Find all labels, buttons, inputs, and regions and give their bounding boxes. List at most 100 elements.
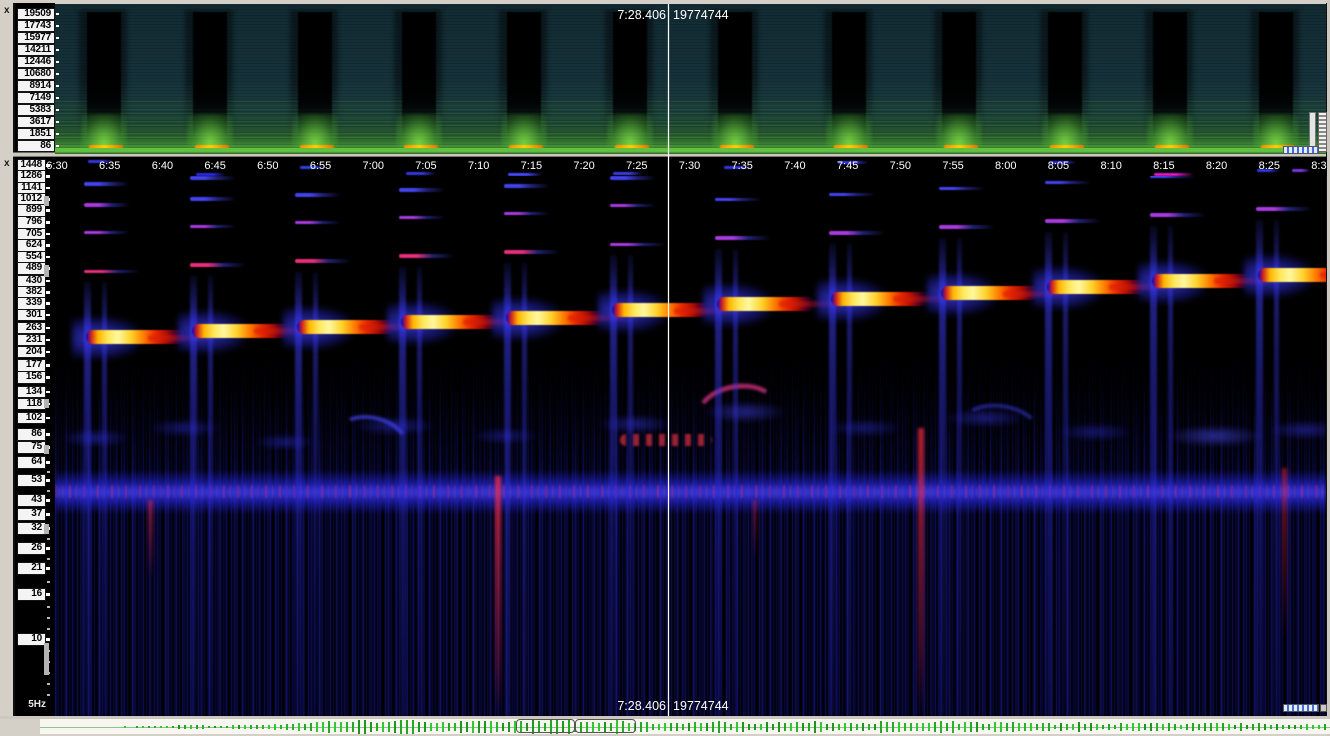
- waveform-spike: [478, 721, 480, 733]
- h-scroll-indicator-main[interactable]: [1283, 704, 1319, 712]
- waveform-spike: [724, 722, 726, 732]
- waveform-spike: [808, 723, 810, 731]
- freq-tick-mark: [46, 547, 50, 550]
- call-foot-glow: [81, 114, 127, 148]
- waveform-spike: [1114, 725, 1116, 730]
- freq-tick-mark: [46, 233, 50, 236]
- waveform-spike: [850, 723, 852, 731]
- waveform-spike: [1174, 724, 1176, 729]
- waveform-spike: [1234, 725, 1236, 730]
- call-harmonic-dash: [1150, 176, 1196, 178]
- selection-region-right[interactable]: [575, 719, 636, 733]
- waveform-spike: [226, 726, 228, 729]
- cursor-time-readout: 7:28.406: [540, 699, 666, 713]
- freq-tick-label: 8914: [17, 80, 55, 93]
- waveform-spike: [334, 722, 336, 732]
- close-icon[interactable]: x: [4, 159, 14, 169]
- freq-minor-tick: [47, 581, 50, 583]
- spectral-dash: [1154, 173, 1194, 176]
- waveform-overview[interactable]: [40, 719, 1330, 734]
- freq-tick-mark: [46, 433, 50, 436]
- call-harmonic-dash: [399, 254, 455, 258]
- waveform-spike: [148, 726, 150, 728]
- waveform-spike: [346, 722, 348, 732]
- close-icon[interactable]: x: [4, 6, 14, 16]
- waveform-spike: [466, 722, 468, 731]
- call-harmonic-dash: [610, 243, 666, 247]
- freq-minor-tick: [47, 490, 50, 492]
- waveform-spike: [820, 722, 822, 733]
- freq-tick-mark: [46, 567, 50, 570]
- freq-tick-mark: [46, 638, 50, 641]
- waveform-spike: [652, 724, 654, 731]
- h-scroll-indicator-top[interactable]: [1283, 146, 1319, 154]
- freq-scale-marker: [44, 399, 49, 408]
- freq-tick-label: 86: [17, 428, 46, 441]
- waveform-spike: [1018, 723, 1020, 731]
- freq-tick-mark: [46, 302, 50, 305]
- playback-cursor[interactable]: [668, 4, 669, 716]
- time-axis[interactable]: 6:306:356:406:456:506:557:007:057:107:15…: [15, 157, 1327, 176]
- waveform-spike: [388, 722, 390, 731]
- freq-tick-mark: [46, 513, 50, 516]
- waveform-spike: [340, 722, 342, 731]
- waveform-spike: [1096, 724, 1098, 730]
- zoom-level-indicator[interactable]: [1318, 112, 1327, 152]
- waveform-spike: [436, 723, 438, 732]
- waveform-spike: [160, 726, 162, 728]
- waveform-spike: [490, 721, 492, 733]
- waveform-spike: [172, 726, 174, 728]
- waveform-spike: [796, 722, 798, 733]
- call-foot-glow: [292, 114, 338, 148]
- freq-tick-label: 7149: [17, 92, 55, 105]
- freq-tick-label: 14211: [17, 44, 55, 57]
- freq-tick-label: 5383: [17, 104, 55, 117]
- time-tick-label: 7:20: [573, 160, 594, 172]
- waveform-spike: [124, 726, 126, 727]
- waveform-spike: [178, 725, 180, 728]
- waveform-spike: [1150, 723, 1152, 731]
- freq-tick-label: 3617: [17, 116, 55, 129]
- call-harmonic-dash: [610, 176, 656, 180]
- waveform-spike: [742, 722, 744, 732]
- waveform-spike: [1258, 723, 1260, 731]
- freq-scale-marker: [44, 265, 49, 277]
- waveform-spike: [1120, 723, 1122, 730]
- waveform-spike: [988, 724, 990, 730]
- time-tick-label: 7:45: [837, 160, 858, 172]
- red-streak: [918, 428, 924, 716]
- freq-tick-label: 64: [17, 456, 46, 469]
- waveform-spike: [1318, 725, 1320, 729]
- main-spectrogram-canvas[interactable]: [55, 176, 1326, 716]
- waveform-spike: [166, 726, 168, 728]
- call-harmonic-dash: [399, 216, 445, 220]
- waveform-spike: [376, 723, 378, 732]
- freq-tick-mark: [56, 145, 59, 147]
- waveform-spike: [202, 725, 204, 729]
- waveform-spike: [430, 723, 432, 731]
- freq-tick-mark: [46, 187, 50, 190]
- waveform-spike: [1246, 725, 1248, 730]
- freq-tick-mark: [46, 499, 50, 502]
- waveform-spike: [208, 726, 210, 729]
- app-window: x 6:306:356:406:456:506:557:007:057:107:…: [0, 0, 1330, 736]
- waveform-spike: [832, 723, 834, 732]
- freq-scale-marker: [44, 196, 49, 206]
- waveform-spike: [1024, 723, 1026, 732]
- call-foot-glow: [396, 114, 442, 148]
- waveform-spike: [1084, 724, 1086, 730]
- selection-region-left[interactable]: [516, 719, 575, 733]
- top-spectrogram-canvas[interactable]: [55, 4, 1326, 154]
- time-tick-label: 7:00: [363, 160, 384, 172]
- waveform-spike: [1060, 723, 1062, 731]
- h-scroll-end-button[interactable]: [1320, 704, 1327, 712]
- red-streak: [495, 476, 501, 716]
- waveform-spike: [1324, 724, 1326, 730]
- waveform-spike: [748, 724, 750, 730]
- freq-tick-label: 263: [17, 322, 46, 335]
- waveform-spike: [328, 721, 330, 732]
- freq-tick-mark: [46, 164, 50, 167]
- call-foot-glow: [936, 114, 982, 148]
- freq-tick-mark: [46, 221, 50, 224]
- freq-tick-mark: [56, 85, 59, 87]
